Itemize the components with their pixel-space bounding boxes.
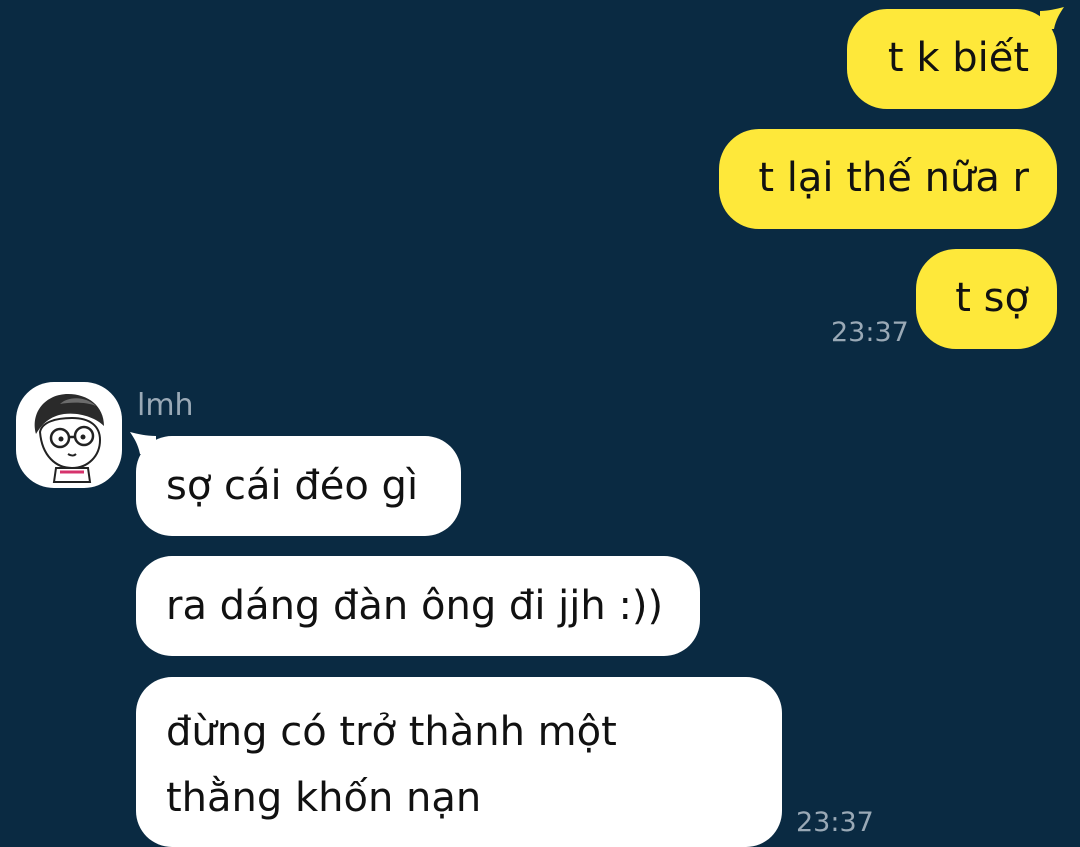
incoming-message[interactable]: sợ cái đéo gì: [136, 436, 461, 536]
outgoing-message[interactable]: t sợ: [916, 249, 1057, 349]
outgoing-message[interactable]: t k biết: [847, 9, 1057, 109]
incoming-message[interactable]: ra dáng đàn ông đi jjh :)): [136, 556, 700, 656]
sender-name: lmh: [137, 388, 194, 423]
message-text: t lại thế nữa r: [758, 155, 1029, 201]
avatar[interactable]: [16, 382, 122, 488]
message-text: t sợ: [955, 275, 1029, 321]
message-timestamp: 23:37: [796, 807, 874, 838]
incoming-message[interactable]: đừng có trở thành một thằng khốn nạn: [136, 677, 782, 847]
message-text-line: đừng có trở thành một: [166, 709, 617, 755]
message-timestamp: 23:37: [831, 317, 909, 348]
message-text: t k biết: [887, 35, 1029, 81]
message-text-line: thằng khốn nạn: [166, 775, 482, 821]
message-text: sợ cái đéo gì: [166, 463, 419, 509]
outgoing-message[interactable]: t lại thế nữa r: [719, 129, 1057, 229]
cartoon-boy-glasses-avatar-icon: [34, 394, 104, 483]
message-text: ra dáng đàn ông đi jjh :)): [166, 583, 664, 629]
